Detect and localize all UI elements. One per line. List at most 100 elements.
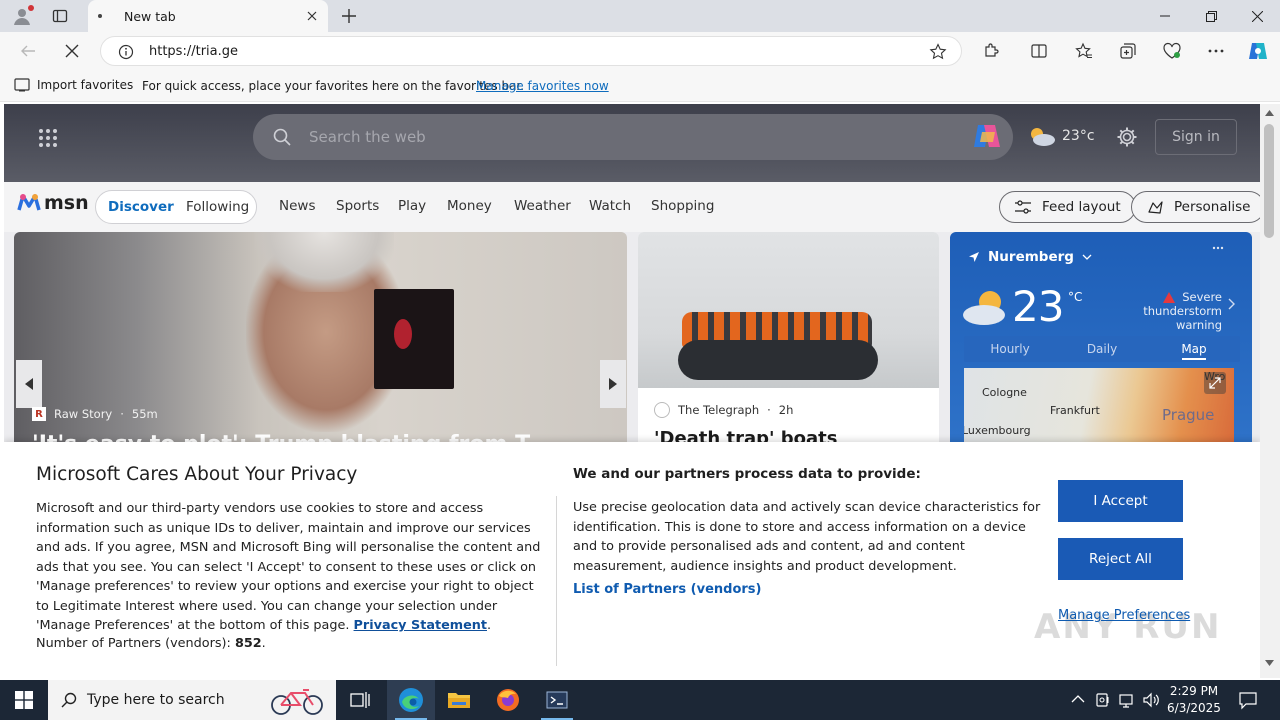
plus-icon [342,9,356,23]
volume-icon[interactable] [1142,692,1160,708]
weather-card[interactable]: Nuremberg 23 °C Severe thunderstorm warn… [950,232,1252,452]
device-icon[interactable] [1095,692,1111,708]
personalise-button[interactable]: Personalise [1131,191,1260,223]
featured-photo-artwork [374,289,454,389]
gear-icon[interactable] [1116,126,1138,148]
taskbar-terminal[interactable] [533,680,581,720]
map-expand-button[interactable] [1204,372,1226,394]
tab-discover[interactable]: Discover [108,199,174,215]
search-icon [61,692,77,708]
partners-count-label: Number of Partners (vendors): [36,636,231,651]
taskbar-file-explorer[interactable] [435,680,483,720]
start-button[interactable] [0,680,48,720]
puzzle-icon [985,43,999,57]
card2-separator: · [767,403,771,417]
process-body: Use precise geolocation data and activel… [573,500,1041,574]
stop-loading-button[interactable] [57,36,87,66]
nav-news[interactable]: News [279,198,315,214]
weather-map[interactable]: Cologne Frankfurt Prague Luxembourg Wro [964,368,1234,452]
tab-actions-button[interactable] [44,4,76,28]
header-weather[interactable]: 23°c [1028,126,1095,146]
nav-money[interactable]: Money [447,198,492,214]
news-card-secondary[interactable]: The Telegraph · 2h 'Death trap' boats [638,232,939,452]
scrollbar-thumb[interactable] [1264,124,1274,238]
sign-in-button[interactable]: Sign in [1155,119,1237,155]
extensions-button[interactable] [976,36,1006,66]
weather-more-button[interactable] [1212,246,1224,250]
scroll-down-icon[interactable] [1265,660,1274,666]
info-icon[interactable] [118,44,134,60]
taskbar-edge[interactable] [387,680,435,720]
copilot-button[interactable] [1243,36,1273,66]
partly-cloudy-icon [1031,128,1055,146]
folder-icon [448,693,470,708]
msn-logo[interactable]: msn [16,192,89,214]
taskbar-clock[interactable]: 2:29 PM 6/3/2025 [1162,683,1226,717]
address-bar[interactable]: https://tria.ge [100,36,962,66]
taskbar-search[interactable]: Type here to search [48,680,336,720]
process-title: We and our partners process data to prov… [573,466,921,482]
window-close-button[interactable] [1234,0,1280,32]
reject-all-button[interactable]: Reject All [1058,538,1183,580]
partners-count-value: 852 [234,636,262,651]
nav-watch[interactable]: Watch [589,198,631,214]
raw-story-logo-icon: R [32,407,46,421]
nav-play[interactable]: Play [398,198,426,214]
tab-following[interactable]: Following [186,199,249,215]
title-bar: New tab [0,0,1280,32]
terminal-icon [546,691,568,709]
tab-close-button[interactable] [302,6,322,26]
profile-button[interactable] [8,4,36,28]
nav-shopping[interactable]: Shopping [651,198,714,214]
notification-icon[interactable] [1238,690,1258,710]
manage-favorites-link[interactable]: Manage favorites now [476,79,609,93]
weather-location[interactable]: Nuremberg [968,249,1092,265]
nav-weather[interactable]: Weather [514,198,571,214]
network-icon[interactable] [1118,692,1136,708]
restore-button[interactable] [1188,0,1234,32]
close-icon [65,44,79,58]
browser-essentials-button[interactable] [1157,36,1187,66]
task-view-button[interactable] [336,680,384,720]
carousel-next-button[interactable] [600,360,626,408]
tab-hourly[interactable]: Hourly [964,336,1056,362]
split-screen-icon [1031,44,1047,58]
nav-sports[interactable]: Sports [336,198,379,214]
collections-button[interactable] [1113,36,1143,66]
app-launcher-icon[interactable] [38,128,58,148]
split-screen-button[interactable] [1024,36,1054,66]
tab-daily[interactable]: Daily [1056,336,1148,362]
settings-menu-button[interactable] [1201,36,1231,66]
windows-logo-icon [15,691,33,709]
carousel-prev-button[interactable] [16,360,42,408]
tab-title: New tab [124,8,176,24]
list-of-partners-link[interactable]: List of Partners (vendors) [573,582,761,597]
feed-layout-button[interactable]: Feed layout [999,191,1136,223]
weather-temperature: 23 [1012,282,1064,331]
partners-count: Number of Partners (vendors): 852. [36,636,266,651]
arrow-left-icon [21,45,35,57]
bicycle-icon [271,689,323,715]
manage-preferences-link[interactable]: Manage Preferences [1058,608,1190,623]
scroll-up-icon[interactable] [1265,110,1274,116]
chevron-up-icon[interactable] [1071,694,1085,704]
msn-logo-text: msn [44,192,89,214]
personalise-icon [1148,201,1163,214]
back-button[interactable] [13,36,43,66]
new-tab-button[interactable] [338,5,360,27]
tab-map[interactable]: Map [1148,336,1240,362]
privacy-statement-link[interactable]: Privacy Statement [354,618,487,633]
browser-tab[interactable]: New tab [88,0,328,32]
import-favorites-button[interactable]: Import favorites [14,78,133,92]
taskbar-firefox[interactable] [484,680,532,720]
browser-toolbar: https://tria.ge [0,32,1280,70]
weather-warning[interactable]: Severe thunderstorm warning [1098,290,1222,332]
favorites-button[interactable] [1069,36,1099,66]
copilot-search-icon[interactable] [971,120,1003,152]
chevron-right-icon[interactable] [1228,298,1236,310]
favorite-star-icon[interactable] [929,43,947,61]
privacy-consent-banner: Microsoft Cares About Your Privacy Micro… [4,442,1260,678]
web-search-box[interactable]: Search the web [253,114,1013,160]
minimize-button[interactable] [1142,0,1188,32]
accept-button[interactable]: I Accept [1058,480,1183,522]
